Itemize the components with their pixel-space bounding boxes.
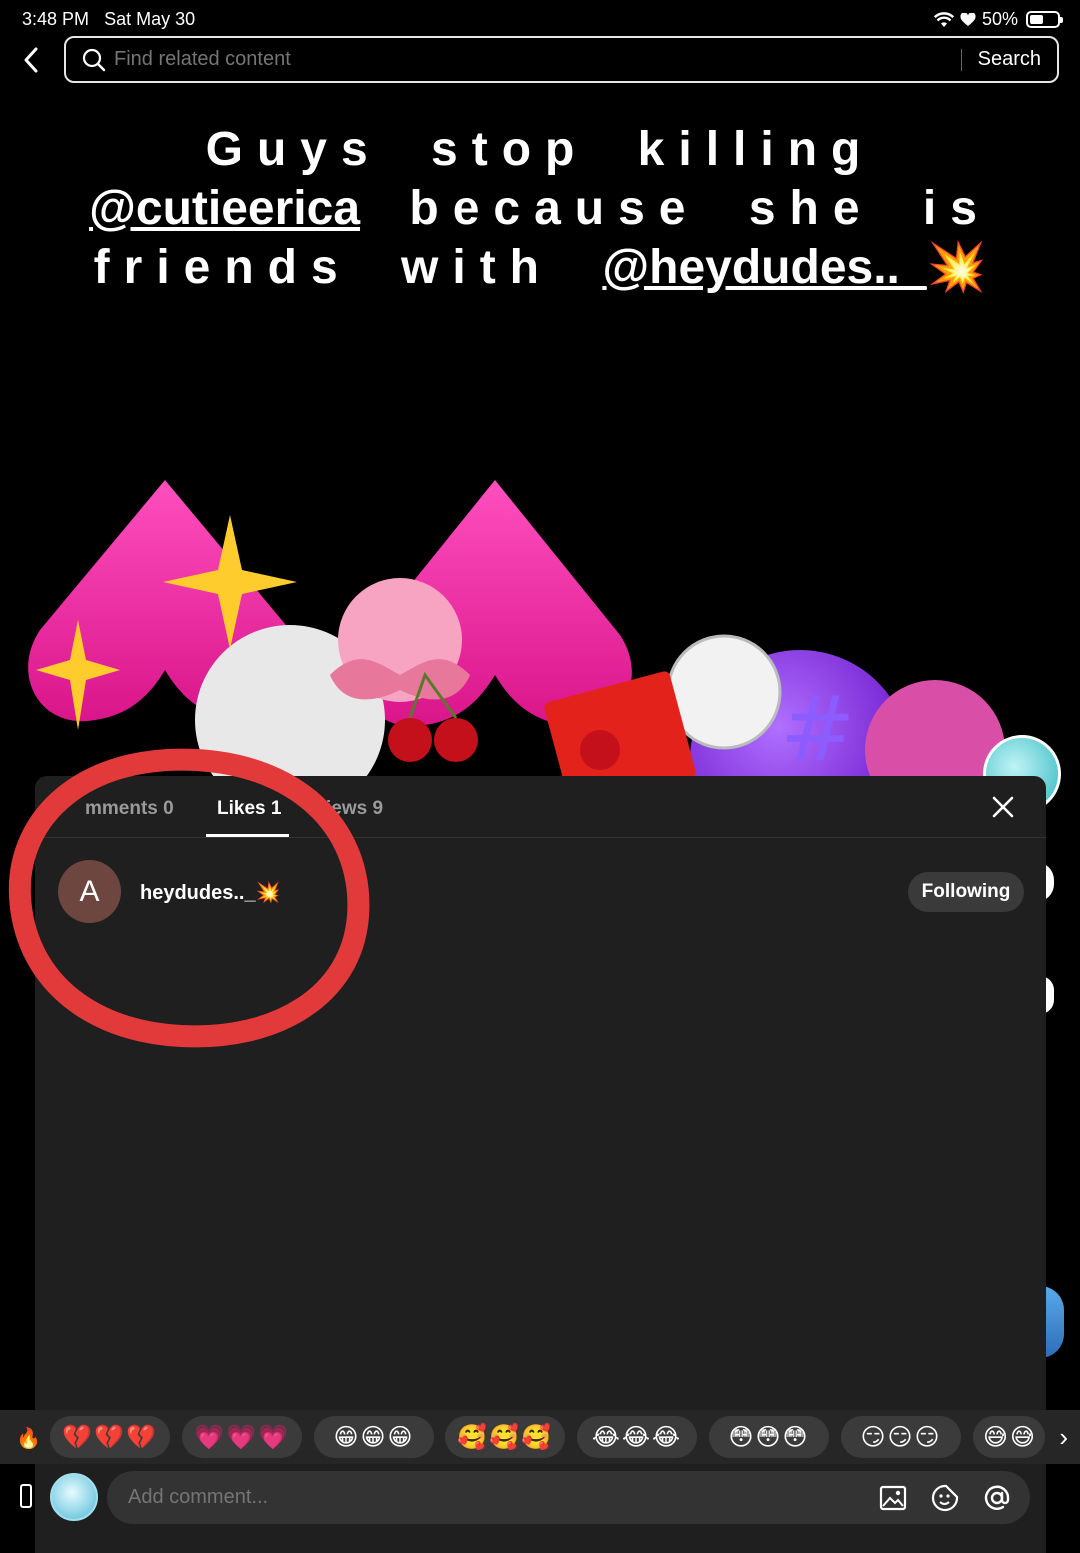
fire-icon[interactable]: 🔥 [16,1426,41,1451]
close-icon[interactable] [990,794,1016,820]
cherry-2 [388,718,432,762]
reaction-broken-hearts[interactable]: 💔💔💔 [50,1416,170,1458]
status-time: 3:48 PM Sat May 30 [22,9,195,30]
chevron-right-icon[interactable]: › [1059,1422,1068,1453]
image-icon[interactable] [878,1483,908,1513]
current-user-avatar [50,1473,98,1521]
search-bar[interactable]: Search [64,36,1059,83]
search-icon [82,48,106,72]
wifi-icon [933,11,954,27]
quick-reactions-bar: 🔥 💔💔💔 💗💗💗 😁😁😁 🥰🥰🥰 😂😂😂 😳😳😳 😏😏😏 😅😅 › [0,1410,1080,1464]
mention-heydudes[interactable]: @heydudes.._ [602,241,926,294]
battery-percent: 50% [981,9,1018,29]
caption-line-3: friends with [93,241,553,294]
reaction-love[interactable]: 🥰🥰🥰 [445,1416,565,1458]
cherry-3 [434,718,478,762]
reaction-smirk[interactable]: 😏😏😏 [841,1416,961,1458]
reaction-pink-hearts[interactable]: 💗💗💗 [182,1416,302,1458]
comment-composer [35,1464,1046,1553]
time-text: 3:48 PM [22,9,90,29]
hash-symbol: # [780,677,855,782]
video-caption: Guys stop killing @cutieerica because sh… [30,120,1050,297]
date-text: Sat May 30 [104,9,196,29]
heart-icon [960,12,976,26]
collision-emoji: 💥 [926,241,987,294]
battery-icon [1026,11,1063,28]
caption-line-2: because she is [409,182,991,235]
chevron-left-icon [24,47,38,73]
search-button[interactable]: Search [962,48,1057,71]
reaction-sweat-smile[interactable]: 😅😅 [973,1416,1045,1458]
following-button[interactable]: Following [908,872,1024,912]
status-indicators: 50% [933,9,1063,30]
reaction-flushed[interactable]: 😳😳😳 [709,1416,829,1458]
status-bar: 3:48 PM Sat May 30 50% [0,0,1080,40]
emoji-artwork: # [28,480,1005,790]
mention-cutieerica[interactable]: @cutieerica [89,182,360,235]
back-button[interactable] [14,42,48,78]
mention-icon[interactable] [982,1483,1012,1513]
cherry-1 [580,730,620,770]
reaction-laugh[interactable]: 😂😂😂 [577,1416,697,1458]
sticker-icon[interactable] [930,1483,960,1513]
caption-line-1: Guys stop killing [205,123,875,176]
search-input[interactable] [114,48,961,71]
red-circle-annotation [8,748,370,1048]
reaction-grin[interactable]: 😁😁😁 [314,1416,434,1458]
side-panel-edge-icon[interactable] [20,1484,32,1508]
